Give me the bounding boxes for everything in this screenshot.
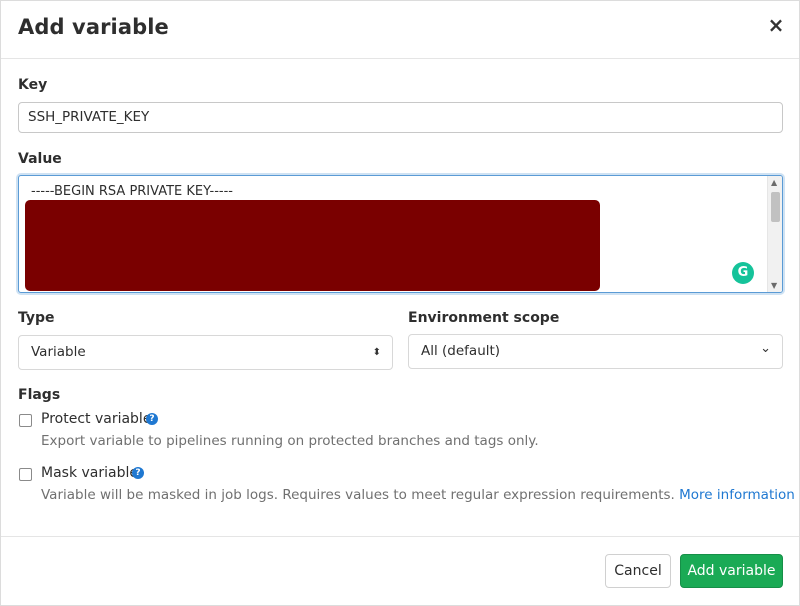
- key-input[interactable]: SSH_PRIVATE_KEY: [18, 102, 783, 133]
- protect-variable-label[interactable]: Protect variable: [41, 411, 151, 427]
- mask-variable-description: Variable will be masked in job logs. Req…: [41, 487, 675, 503]
- redacted-region: [25, 200, 600, 291]
- value-label: Value: [18, 151, 62, 167]
- environment-scope-dropdown[interactable]: All (default) ⌄: [408, 334, 783, 369]
- mask-variable-description-row: Variable will be masked in job logs. Req…: [41, 487, 795, 503]
- type-selected-value: Variable: [31, 344, 86, 360]
- scroll-down-icon[interactable]: ▼: [771, 281, 777, 290]
- textarea-scrollbar[interactable]: ▲ ▼: [767, 176, 782, 292]
- add-variable-button[interactable]: Add variable: [680, 554, 783, 588]
- mask-help-icon[interactable]: ?: [132, 467, 144, 479]
- modal-title: Add variable: [18, 15, 169, 39]
- protect-help-icon[interactable]: ?: [146, 413, 158, 425]
- select-arrows-icon: ⬍: [372, 347, 381, 358]
- value-first-line: -----BEGIN RSA PRIVATE KEY-----: [31, 184, 233, 199]
- key-label: Key: [18, 77, 48, 93]
- protect-variable-description: Export variable to pipelines running on …: [41, 433, 539, 449]
- grammarly-icon[interactable]: G: [732, 262, 754, 284]
- mask-variable-label[interactable]: Mask variable: [41, 465, 138, 481]
- type-label: Type: [18, 310, 55, 326]
- modal-header: Add variable ×: [1, 1, 799, 59]
- value-textarea[interactable]: -----BEGIN RSA PRIVATE KEY----- G ▲ ▼: [18, 175, 783, 293]
- environment-scope-label: Environment scope: [408, 310, 560, 326]
- type-select[interactable]: Variable ⬍: [18, 335, 393, 370]
- more-information-link[interactable]: More information: [679, 487, 795, 503]
- scroll-up-icon[interactable]: ▲: [771, 178, 777, 187]
- protect-variable-checkbox[interactable]: [19, 414, 32, 427]
- scrollbar-thumb[interactable]: [771, 192, 780, 222]
- environment-scope-selected-value: All (default): [421, 343, 501, 359]
- add-variable-modal: Add variable × Key SSH_PRIVATE_KEY Value…: [0, 0, 800, 606]
- mask-variable-checkbox[interactable]: [19, 468, 32, 481]
- close-icon[interactable]: ×: [765, 13, 787, 37]
- chevron-down-icon: ⌄: [760, 341, 771, 356]
- flags-label: Flags: [18, 387, 61, 403]
- cancel-button[interactable]: Cancel: [605, 554, 671, 588]
